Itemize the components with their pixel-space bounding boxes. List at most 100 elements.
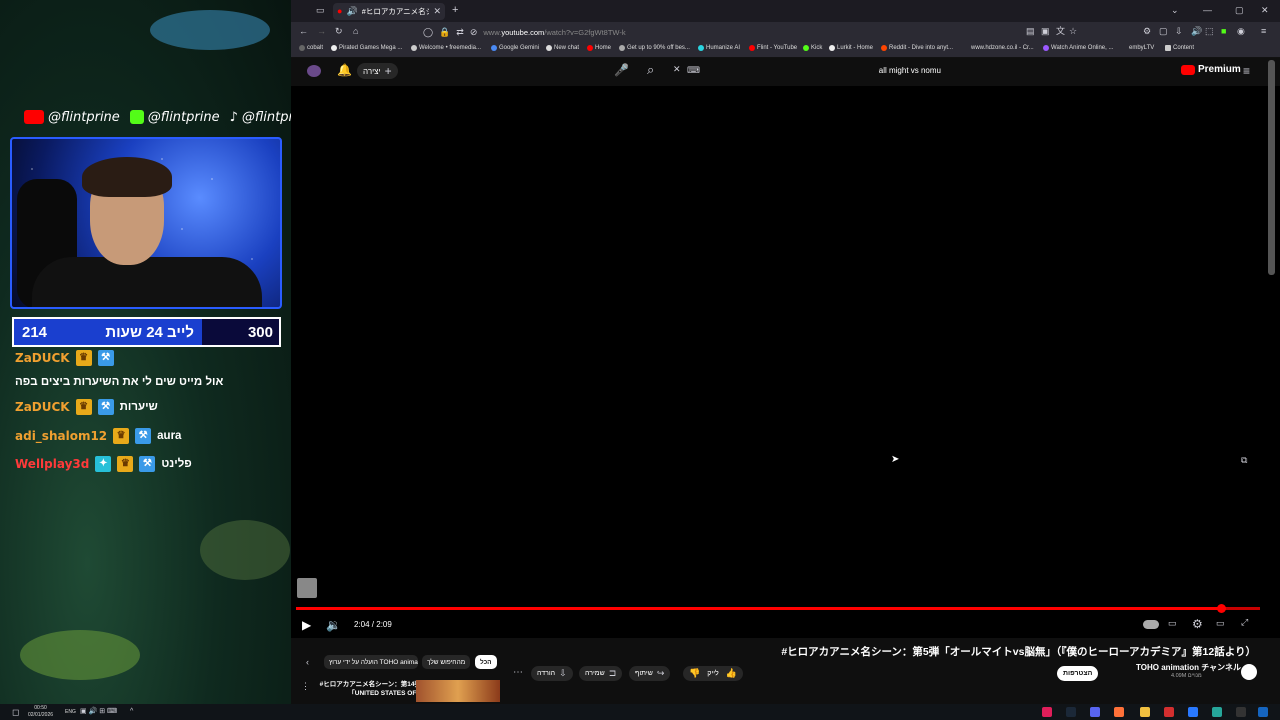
app-icon[interactable] xyxy=(1042,707,1052,717)
keyboard-icon[interactable]: ⌨ xyxy=(687,66,700,75)
more-actions-icon[interactable]: ⋯ xyxy=(513,668,523,678)
create-button[interactable]: יצירה + xyxy=(357,63,398,79)
chevron-up-icon[interactable]: ^ xyxy=(130,708,133,715)
social-kick: @flintprine xyxy=(129,110,220,125)
bookmark-item[interactable]: Home xyxy=(587,45,611,51)
tab-list-icon[interactable]: ▭ xyxy=(316,6,325,15)
save-button[interactable]: שמירה ⊐ xyxy=(579,666,623,681)
bell-icon[interactable]: 🔔 xyxy=(337,64,352,76)
permissions-icon[interactable]: ⇄ xyxy=(456,27,464,37)
search-input[interactable]: all might vs nomu xyxy=(701,63,941,79)
close-tab-icon[interactable]: ✕ xyxy=(433,7,441,16)
bookmark-item[interactable]: Kick xyxy=(803,45,822,51)
app-icon[interactable] xyxy=(1212,707,1222,717)
account-icon[interactable]: ◉ xyxy=(1237,27,1245,36)
stream-overlay: @flintprine @flintprine ♪ @flintprine 21… xyxy=(0,0,291,704)
avatar[interactable] xyxy=(307,65,321,77)
bookmark-item[interactable]: Lurkit - Home xyxy=(829,45,873,51)
bookmark-item[interactable]: www.hdzone.co.il - Cr... xyxy=(971,45,1034,51)
recommended-video[interactable]: ⋮ #ヒロアカアニメ名シーン：第14弾「UNITED STATES OF... xyxy=(301,680,501,704)
channel-avatar[interactable] xyxy=(1241,664,1257,680)
tray-icons[interactable]: ▣ 🔊 ⊞ ⌨ xyxy=(80,708,117,715)
fullscreen-icon[interactable]: ⤢ xyxy=(1241,618,1248,627)
settings-gear-icon[interactable]: ⚙ xyxy=(1192,618,1203,630)
channel-name[interactable]: TOHO animation チャンネル xyxy=(1136,662,1241,673)
bookmark-item[interactable]: Content xyxy=(1165,45,1194,51)
file-explorer-icon[interactable] xyxy=(1140,707,1150,717)
like-dislike-button[interactable]: 👎 לייק 👍 xyxy=(683,666,743,681)
tab-youtube[interactable]: ● 🔊 #ヒロアカアニメ名シーン: ✕ xyxy=(333,3,445,20)
speaker-icon[interactable]: 🔊 xyxy=(346,7,357,16)
reader-view-icon[interactable]: ▤ xyxy=(1026,27,1035,36)
app-icon[interactable] xyxy=(1236,707,1246,717)
chip-from-search[interactable]: מהחיפוש שלך xyxy=(422,655,471,669)
app-icon[interactable] xyxy=(1188,707,1198,717)
chevron-down-icon[interactable]: ⌄ xyxy=(1171,6,1179,15)
chip-channel[interactable]: הועלה על ידי ערוץ TOHO animation ... xyxy=(324,655,418,669)
page-scrollbar[interactable] xyxy=(1268,60,1275,275)
volume-icon[interactable]: 🔉 xyxy=(326,619,341,631)
download-button[interactable]: הורדה ⇩ xyxy=(531,666,573,681)
language-indicator[interactable]: ENG xyxy=(65,709,76,715)
download-icon[interactable]: ⇩ xyxy=(1175,27,1183,36)
extension-icon[interactable]: ■ xyxy=(1221,27,1226,36)
bookmark-item[interactable]: Watch Anime Online, ... xyxy=(1043,45,1113,51)
share-button[interactable]: שיתוף ↪ xyxy=(629,666,671,681)
microphone-icon[interactable]: 🎤 xyxy=(614,64,629,76)
firefox-icon[interactable] xyxy=(1114,707,1124,717)
theater-mode-icon[interactable]: ▭ xyxy=(1216,619,1225,628)
close-window-icon[interactable]: ✕ xyxy=(1261,6,1269,15)
progress-track[interactable] xyxy=(296,604,1260,613)
bookmark-item[interactable]: Pirated Games Mega ... xyxy=(331,45,402,51)
discord-icon[interactable] xyxy=(1090,707,1100,717)
extension-icon[interactable]: ⬚ xyxy=(1205,27,1214,36)
join-button[interactable]: הצטרפות xyxy=(1057,666,1099,681)
maximize-icon[interactable]: ▢ xyxy=(1235,6,1244,15)
more-vert-icon[interactable]: ⋮ xyxy=(301,682,310,691)
hamburger-menu-icon[interactable]: ≡ xyxy=(1243,65,1250,77)
below-video: #ヒロアカアニメ名シーン：第5弾「オールマイトvs脳無」（『僕のヒーローアカデミ… xyxy=(291,640,1280,704)
captions-icon[interactable]: ▭ xyxy=(1168,619,1177,628)
reload-icon[interactable]: ↻ xyxy=(335,27,343,36)
steam-icon[interactable] xyxy=(1066,707,1076,717)
bookmark-item[interactable]: Flint - YouTube xyxy=(749,45,797,51)
extension-icon[interactable]: ▢ xyxy=(1159,27,1168,36)
translate-icon[interactable]: 文 xyxy=(1056,27,1065,36)
search-icon[interactable]: ⌕ xyxy=(647,63,654,76)
autoplay-toggle[interactable] xyxy=(1143,620,1159,629)
notifications-icon[interactable]: ◻ xyxy=(12,708,19,717)
minimize-icon[interactable]: — xyxy=(1203,6,1212,15)
bookmark-item[interactable]: New chat xyxy=(546,45,579,51)
chevron-left-icon[interactable]: ‹ xyxy=(306,658,309,667)
miniplayer-icon[interactable]: ⧉ xyxy=(1241,456,1247,465)
bookmark-item[interactable]: embyLTV xyxy=(1129,45,1154,51)
shield-icon[interactable]: ◯ xyxy=(423,27,433,37)
back-arrow-icon[interactable]: ← xyxy=(299,27,308,36)
clear-search-icon[interactable]: ✕ xyxy=(673,65,681,74)
clock[interactable]: 00:50 02/01/2026 xyxy=(28,705,53,719)
url-bar[interactable]: ◯ 🔒 ⇄ ⊘ www.youtube.com/watch?v=G2fgWt8T… xyxy=(423,25,1023,39)
audio-icon[interactable]: 🔊 xyxy=(1191,27,1202,36)
menu-icon[interactable]: ≡ xyxy=(1261,27,1266,36)
app-icon[interactable] xyxy=(1164,707,1174,717)
bookmark-item[interactable]: Google Gemini xyxy=(491,45,539,51)
sub-badge-icon: ✦ xyxy=(95,456,112,472)
chip-all[interactable]: הכל xyxy=(475,655,497,669)
screenshot-icon[interactable]: ▣ xyxy=(1041,27,1050,36)
extensions-icon[interactable]: ⚙ xyxy=(1143,27,1151,36)
forward-arrow-icon[interactable]: → xyxy=(317,27,326,36)
new-tab-button[interactable]: + xyxy=(452,5,458,16)
play-icon[interactable]: ▶ xyxy=(302,619,311,631)
home-icon[interactable]: ⌂ xyxy=(353,27,358,36)
bookmark-item[interactable]: Reddit - Dive into anyt... xyxy=(881,45,953,51)
save-icon: ⊐ xyxy=(608,668,617,678)
bookmark-item[interactable]: Get up to 90% off bes... xyxy=(619,45,690,51)
bookmark-item[interactable]: Welcome • freemedia... xyxy=(411,45,481,51)
video-player[interactable]: ⧉ ➤ xyxy=(291,86,1280,638)
bookmark-star-icon[interactable]: ☆ xyxy=(1069,27,1077,36)
bookmark-item[interactable]: cobalt xyxy=(299,45,323,51)
youtube-premium-logo[interactable]: Premium xyxy=(1181,64,1241,75)
bookmark-item[interactable]: Humanize AI xyxy=(698,45,740,51)
chat-text: אול מייט שים לי את השיערות ביצים בפה xyxy=(15,376,224,388)
start-icon[interactable] xyxy=(1258,707,1268,717)
